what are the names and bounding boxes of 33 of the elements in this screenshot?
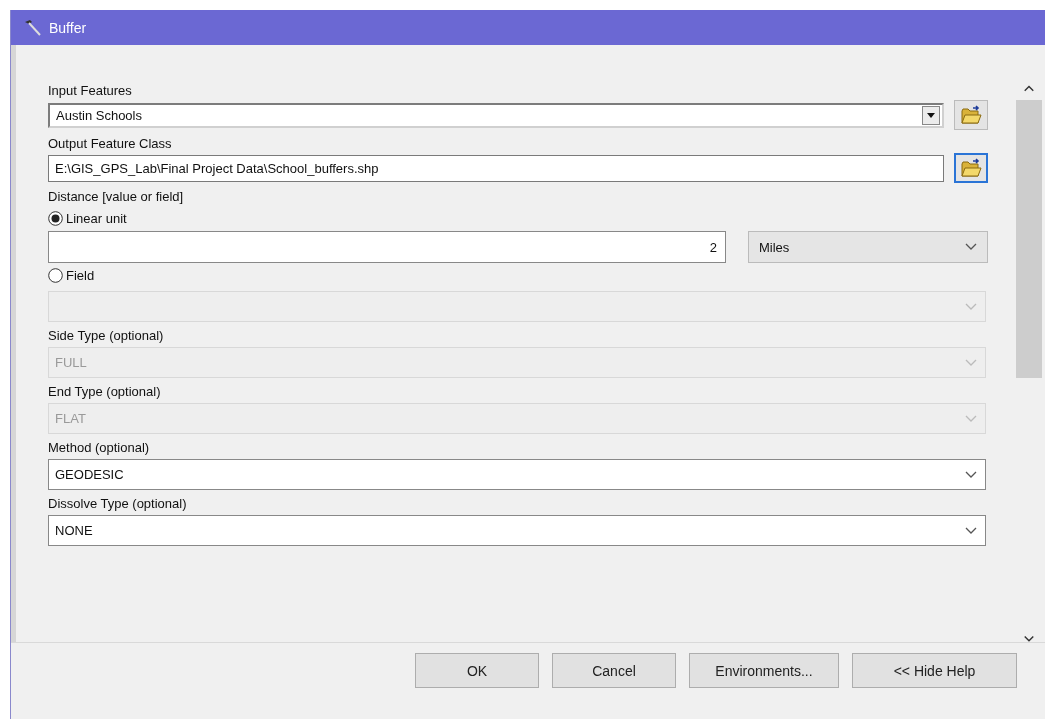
field-label: Output Feature Class xyxy=(48,135,172,153)
dropdown[interactable]: GEODESIC xyxy=(48,459,986,490)
number-field: 2 xyxy=(48,231,726,263)
window-title: Buffer xyxy=(49,19,87,36)
field-label: Distance [value or field] xyxy=(48,188,184,206)
field-label: End Type (optional) xyxy=(48,383,161,401)
browse-button[interactable] xyxy=(954,100,988,130)
field-label: Side Type (optional) xyxy=(48,327,164,345)
dialog-button[interactable]: OK xyxy=(415,653,539,688)
chevron-icon xyxy=(965,358,977,367)
field-label: Method (optional) xyxy=(48,439,150,457)
hammer-icon xyxy=(23,18,43,37)
chevron-icon xyxy=(965,243,977,251)
field-label: Input Features xyxy=(48,82,132,100)
chevron-icon xyxy=(965,526,977,535)
browse-button[interactable] xyxy=(954,153,988,183)
dialog-button[interactable]: Environments... xyxy=(689,653,839,688)
chevron-icon xyxy=(965,414,977,423)
scrollbar-thumb[interactable] xyxy=(1016,100,1042,379)
folder-icon xyxy=(960,104,982,126)
field-label: Dissolve Type (optional) xyxy=(48,495,187,513)
text-field[interactable]: E:\GIS_GPS_Lab\Final Project Data\School_buffers.shp xyxy=(48,154,944,182)
chevron-icon xyxy=(965,302,977,311)
chevron-icon xyxy=(965,470,977,479)
combo-box[interactable]: Austin Schools xyxy=(48,102,944,128)
unit-dropdown[interactable]: Miles xyxy=(748,231,988,263)
dropdown-arrow-icon xyxy=(926,111,936,119)
dialog-button[interactable]: << Hide Help xyxy=(852,653,1017,688)
folder-icon xyxy=(960,157,982,179)
dialog-button[interactable]: Cancel xyxy=(552,653,676,688)
radio-option[interactable]: Field xyxy=(48,265,95,285)
radio-option[interactable]: Linear unit xyxy=(48,208,127,228)
dropdown[interactable]: NONE xyxy=(48,515,986,546)
